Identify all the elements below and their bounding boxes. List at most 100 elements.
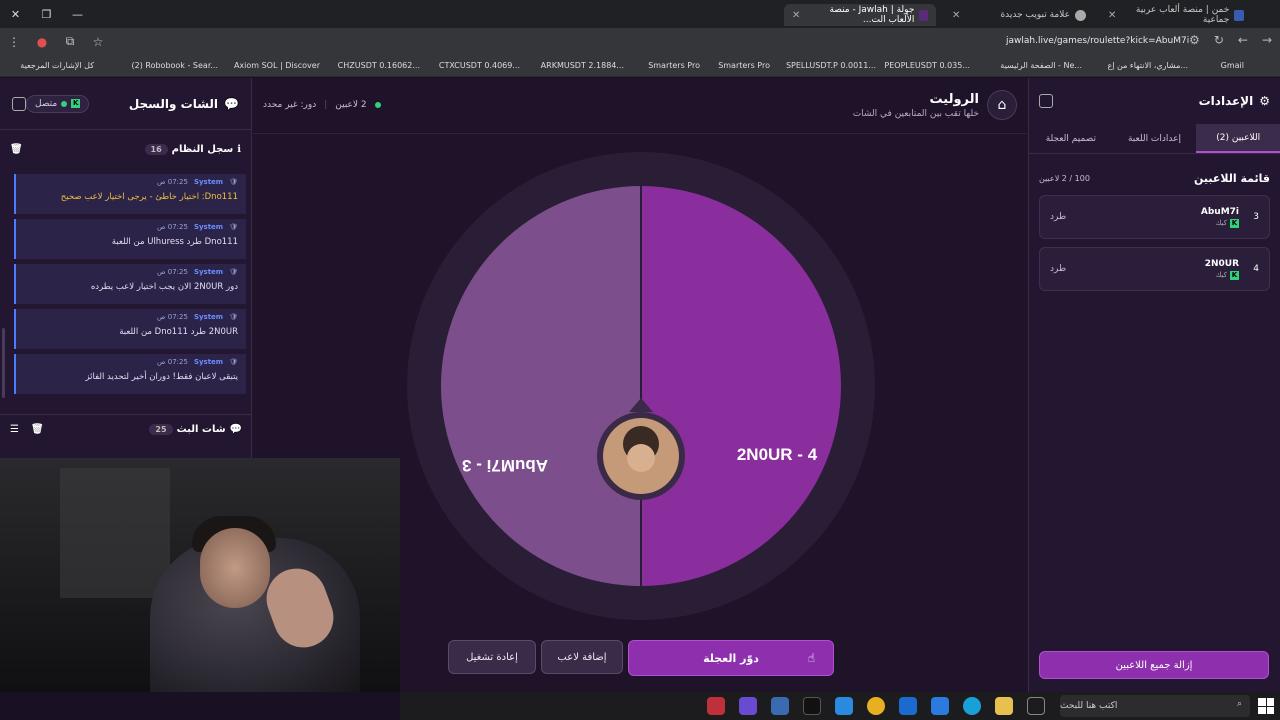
tab-khamen[interactable]: خمن | منصة ألعاب عربية جماعية ✕ [1100,4,1252,26]
chat-title-text: الشات والسجل [128,96,219,111]
bookmark-item[interactable]: Gmail [1221,61,1244,70]
file-explorer-icon[interactable] [995,697,1013,715]
status-label: متصل [35,98,58,109]
tab-game-settings[interactable]: إعدادات اللعبة [1113,124,1197,153]
forward-icon[interactable]: ← [1238,33,1248,47]
log-message: 🛡 System 07:25 ص Dno111: اختيار خاطئ - يرج… [14,174,246,214]
player-name: 2N0UR [1204,258,1239,269]
app-icon[interactable] [771,697,789,715]
spin-label: دوّر العجلة [703,651,759,665]
trash-icon[interactable]: 🗑 [31,424,44,435]
taskbar-search[interactable]: اكتب هنا للبحث ⌕ [1060,695,1250,717]
restart-button[interactable]: إعادة تشغيل [448,640,536,674]
message-sender: System [193,223,224,231]
message-time: 07:25 ص [157,268,188,276]
minimize-window-icon[interactable]: — [62,0,93,28]
app-icon[interactable] [835,697,853,715]
edge-icon[interactable] [963,697,981,715]
system-log-header[interactable]: 🗑 ℹ سجل النظام 16 [0,134,251,164]
home-icon: ⌂ [997,97,1007,113]
bookmark-item[interactable]: ARKMUSDT 2.1884... [541,61,624,70]
chat-header: متصل K الشات والسجل 💬 [0,78,251,130]
players-list-header: قائمة اللاعبين 100 / 2 لاعبين [1029,154,1280,195]
windows-start-icon[interactable] [1258,698,1274,714]
trash-icon[interactable]: 🗑 [10,144,23,155]
tab-new[interactable]: علامة تبويب جديدة ✕ [944,4,1094,26]
url-field[interactable]: jawlah.live/games/roulette?kick=AbuM7i [1006,36,1189,46]
chrome-icon[interactable] [867,697,885,715]
bookmark-item[interactable]: CHZUSDT 0.16062... [338,61,420,70]
player-number: 3 [1253,212,1259,222]
settings-title-text: الإعدادات [1198,94,1254,108]
bookmark-item[interactable]: PEOPLEUSDT 0.035... [884,61,970,70]
bookmark-item[interactable]: CTXCUSDT 0.4069... [439,61,520,70]
tab-players[interactable]: اللاعبين (2) [1196,124,1280,153]
close-tab-icon[interactable]: ✕ [792,10,800,21]
bookmark-star-icon[interactable]: ☆ [84,35,112,49]
game-title-block: الروليت خلها تقب بين المتابعين في الشات [853,92,979,119]
message-text: 2N0UR طرد Dno111 من اللعبة [119,327,238,337]
bookmark-item[interactable]: Axiom SOL | Discover [234,61,320,70]
tab-wheel-design[interactable]: تصميم العجلة [1029,124,1113,153]
extension-icon[interactable]: ● [28,35,56,49]
align-icon[interactable]: ☰ [10,424,19,435]
roulette-wheel[interactable]: 2N0UR - 4 AbuM7i - 3 [405,150,877,622]
message-sender: System [193,358,224,366]
bookmark-item[interactable]: (2) Robobook - Sear... [132,61,219,70]
bookmark-item[interactable]: الصفحة الرئيسية - Ne... [1000,61,1082,70]
search-placeholder: اكتب هنا للبحث [1060,701,1118,711]
tab-title: علامة تبويب جديدة [1000,10,1070,20]
message-time: 07:25 ص [157,313,188,321]
close-tab-icon[interactable]: ✕ [952,10,960,21]
log-message: 🛡 System 07:25 ص 2N0UR طرد Dno111 من اللعب… [14,309,246,349]
message-text: يتبقى لاعبان فقط! دوران أخير لتحديد الفا… [85,372,238,382]
connection-status: متصل K [26,94,90,113]
tiktok-icon[interactable] [803,697,821,715]
system-log-title: سجل النظام [171,143,234,155]
close-window-icon[interactable]: ✕ [0,0,31,28]
add-player-button[interactable]: إضافة لاعب [541,640,623,674]
stream-chat-header[interactable]: ☰ 🗑 💬 شات البث 25 [0,414,252,444]
scrollbar[interactable] [2,328,5,398]
kick-player-button[interactable]: طرد [1050,212,1066,222]
bookmark-item[interactable]: Smarters Pro [718,61,770,70]
remove-all-players-button[interactable]: إزالة جميع اللاعبين [1039,651,1269,679]
bookmark-item[interactable]: Smarters Pro [648,61,700,70]
extensions-icon[interactable]: ⧉ [56,34,84,49]
app-icon[interactable] [739,697,757,715]
kick-player-button[interactable]: طرد [1050,264,1066,274]
tab-jawlah[interactable]: جولة | Jawlah - منصة الألعاب الت... ✕ [784,4,936,26]
store-icon[interactable] [931,697,949,715]
menu-icon[interactable]: ⋮ [0,35,28,49]
streamer-head [200,528,270,608]
reload-icon[interactable]: ↻ [1214,33,1224,47]
spin-wheel-button[interactable]: دوّر العجلة ☝ [628,640,834,676]
back-icon[interactable]: → [1262,33,1272,47]
app-icon[interactable] [707,697,725,715]
message-text: Dno111: اختيار خاطئ - يرجى اختيار لاعب ص… [60,192,238,202]
chrome-tab-icon [1075,9,1086,21]
outlook-icon[interactable] [899,697,917,715]
add-player-label: إضافة لاعب [557,651,607,663]
home-button[interactable]: ⌂ [987,90,1017,120]
shield-icon: 🛡 [229,223,238,231]
bookmark-item[interactable]: SPELLUSDT.P 0.0011... [786,61,876,70]
close-tab-icon[interactable]: ✕ [1108,10,1116,21]
webcam-background [60,468,170,598]
jawlah-tab-icon [919,9,928,21]
bookmark-item[interactable]: مشاري، الانتهاء من إع... [1107,61,1188,70]
gear-icon: ⚙ [1259,94,1270,108]
wheel-label-left: AbuM7i - 3 [462,456,548,475]
restore-window-icon[interactable]: ❐ [31,0,62,28]
collapse-panel-icon[interactable] [1039,94,1053,108]
collapse-panel-icon[interactable] [12,96,26,111]
system-messages: 🛡 System 07:25 ص Dno111: اختيار خاطئ - يرج… [14,174,246,399]
system-log-count: 16 [144,143,168,155]
log-message: 🛡 System 07:25 ص Dno111 طرد Ulhuress من ال… [14,219,246,259]
player-row: 4 2N0UR K كيك طرد [1039,247,1270,291]
site-settings-icon[interactable]: ⚙ [1189,33,1200,47]
task-view-icon[interactable] [1027,697,1045,715]
bookmark-item[interactable]: كل الإشارات المرجعية [20,61,94,70]
player-platform: كيك [1215,219,1227,227]
khamen-tab-icon [1234,9,1244,21]
